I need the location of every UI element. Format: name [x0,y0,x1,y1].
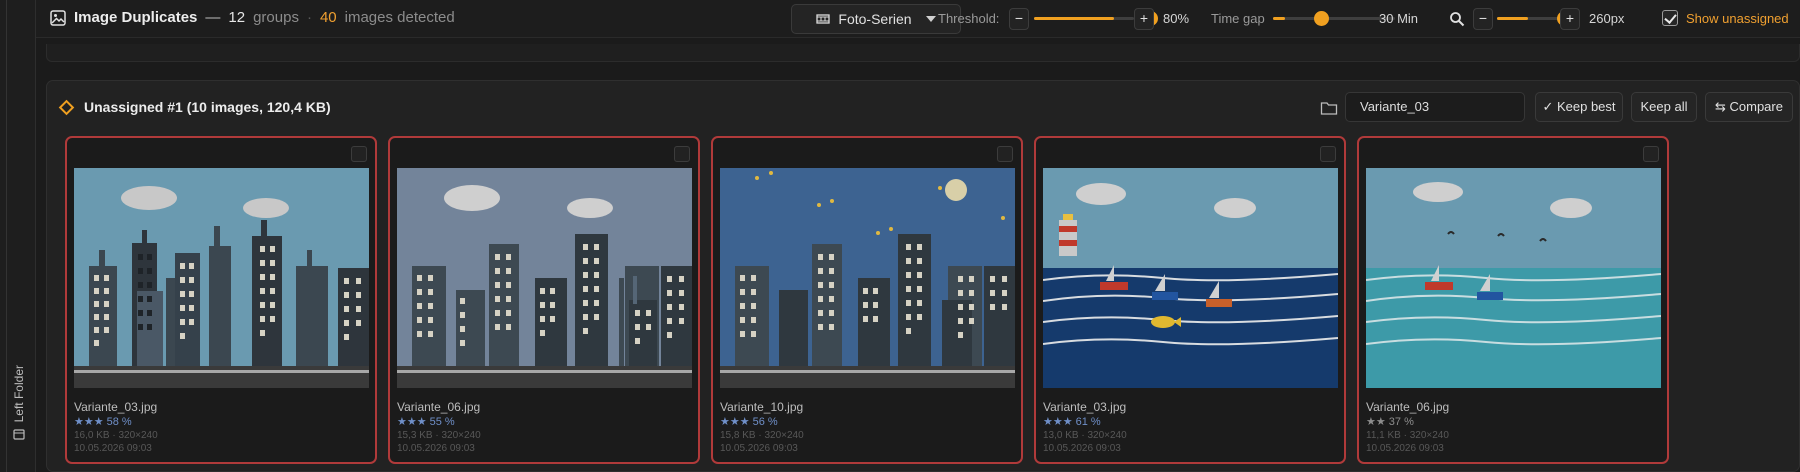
target-folder-input[interactable]: Variante_03 [1345,92,1525,122]
previous-group-panel [46,44,1800,62]
left-panel-strip: Left Folder [0,0,36,472]
card-meta: 13,0 KB · 320×240 [1043,430,1127,441]
show-unassigned-label[interactable]: Show unassigned [1686,11,1789,26]
top-toolbar: Image Duplicates — 12 groups · 40 images… [36,0,1800,38]
image-thumbnail[interactable] [397,168,692,388]
keep-all-button[interactable]: Keep all [1631,92,1697,122]
time-gap-slider-track[interactable] [1273,17,1395,20]
dot-separator: · [306,9,312,26]
left-folder-label: Left Folder [12,364,26,422]
threshold-increase-button[interactable]: + [1134,8,1154,30]
group-title: Unassigned #1 (10 images, 120,4 KB) [84,99,331,115]
chevron-down-icon [925,16,936,22]
show-unassigned-checkbox[interactable] [1662,10,1678,26]
series-mode-label: Foto-Serien [838,11,912,27]
card-date: 10.05.2026 09:03 [1366,443,1444,454]
zoom-icon [1450,12,1465,27]
left-folder-toggle[interactable]: Left Folder [8,350,30,440]
zoom-decrease-button[interactable]: − [1473,8,1493,30]
group-count: 12 [228,9,246,26]
card-rating: ★★★ 55 % [397,416,455,428]
app-title: Image Duplicates — 12 groups · 40 images… [50,9,455,26]
time-gap-value: 30 Min [1379,11,1419,26]
card-rating: ★★ 37 % [1366,416,1414,428]
image-thumbnail[interactable] [74,168,369,388]
card-filename: Variante_03.jpg [74,400,158,414]
image-count: 40 [319,9,337,26]
title-separator: — [205,9,221,26]
select-checkbox[interactable] [351,146,367,162]
threshold-value: 80% [1163,11,1190,26]
diamond-icon [58,99,75,115]
groups-label: groups [253,9,299,26]
card-rating: ★★★ 58 % [74,416,132,428]
keep-best-button[interactable]: ✓ Keep best [1535,92,1623,122]
threshold-decrease-button[interactable]: − [1009,8,1029,30]
image-card[interactable]: Variante_03.jpg ★★★ 58 % 16,0 KB · 320×2… [65,136,377,464]
card-date: 10.05.2026 09:03 [720,443,798,454]
card-meta: 11,1 KB · 320×240 [1366,430,1449,441]
time-gap-slider-fill [1273,17,1286,20]
card-filename: Variante_06.jpg [397,400,481,414]
compare-button[interactable]: ⇆ Compare [1705,92,1793,122]
zoom-slider-fill [1497,17,1528,20]
card-rating: ★★★ 61 % [1043,416,1101,428]
time-gap-slider-handle[interactable] [1314,11,1330,26]
card-meta: 15,3 KB · 320×240 [397,430,481,441]
series-mode-dropdown[interactable]: Foto-Serien [791,4,961,34]
zoom-slider-track[interactable] [1497,17,1559,20]
image-icon [50,9,66,26]
zoom-value: 260px [1589,11,1625,26]
threshold-slider-fill [1034,17,1114,20]
select-checkbox[interactable] [674,146,690,162]
image-thumbnail[interactable] [720,168,1015,388]
panel-divider [6,0,7,472]
images-label: images detected [344,9,455,26]
image-card[interactable]: Variante_06.jpg ★★ 37 % 11,1 KB · 320×24… [1357,136,1669,464]
folder-icon [13,429,25,440]
group-header: Unassigned #1 (10 images, 120,4 KB) [58,99,331,115]
film-strip-icon [816,14,831,24]
threshold-slider-track[interactable] [1034,17,1134,20]
card-date: 10.05.2026 09:03 [74,443,152,454]
time-gap-label: Time gap [1211,11,1265,26]
folder-icon[interactable] [1320,100,1338,116]
select-checkbox[interactable] [1643,146,1659,162]
image-thumbnail[interactable] [1366,168,1661,388]
threshold-label: Threshold: [938,11,1000,26]
image-thumbnail[interactable] [1043,168,1338,388]
card-meta: 15,8 KB · 320×240 [720,430,804,441]
image-card[interactable]: Variante_06.jpg ★★★ 55 % 15,3 KB · 320×2… [388,136,700,464]
card-meta: 16,0 KB · 320×240 [74,430,158,441]
image-card[interactable]: Variante_03.jpg ★★★ 61 % 13,0 KB · 320×2… [1034,136,1346,464]
app-title-text: Image Duplicates [74,9,198,26]
image-card[interactable]: Variante_10.jpg ★★★ 56 % 15,8 KB · 320×2… [711,136,1023,464]
card-filename: Variante_06.jpg [1366,400,1450,414]
card-filename: Variante_03.jpg [1043,400,1127,414]
select-checkbox[interactable] [1320,146,1336,162]
card-rating: ★★★ 56 % [720,416,778,428]
zoom-increase-button[interactable]: + [1560,8,1580,30]
card-date: 10.05.2026 09:03 [1043,443,1121,454]
card-date: 10.05.2026 09:03 [397,443,475,454]
card-filename: Variante_10.jpg [720,400,804,414]
select-checkbox[interactable] [997,146,1013,162]
